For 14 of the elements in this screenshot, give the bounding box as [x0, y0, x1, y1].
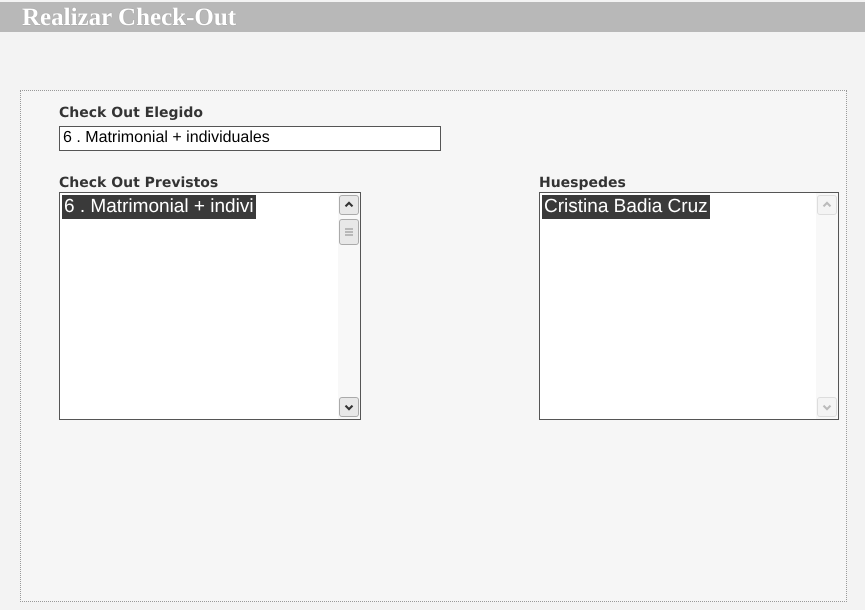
input-field[interactable]: 6 . Matrimonial + individuales: [59, 126, 441, 151]
list-item[interactable]: Cristina Badia Cruz: [542, 194, 710, 219]
scroll-down-button[interactable]: [339, 396, 359, 417]
window-title: Realizar Check-Out: [22, 4, 236, 30]
field-label: Check Out Elegido: [59, 105, 204, 122]
list-item[interactable]: 6 . Matrimonial + indivi: [62, 194, 256, 219]
list-box[interactable]: Cristina Badia Cruz: [539, 192, 839, 420]
scrollbar[interactable]: [338, 192, 360, 419]
list-box[interactable]: 6 . Matrimonial + indivi: [59, 192, 361, 420]
scroll-thumb[interactable]: [339, 218, 359, 245]
list-label: Check Out Previstos: [59, 174, 220, 192]
scroll-up-button[interactable]: [339, 194, 359, 215]
grip-icon: [344, 226, 354, 237]
list-label: Huespedes: [539, 174, 627, 192]
